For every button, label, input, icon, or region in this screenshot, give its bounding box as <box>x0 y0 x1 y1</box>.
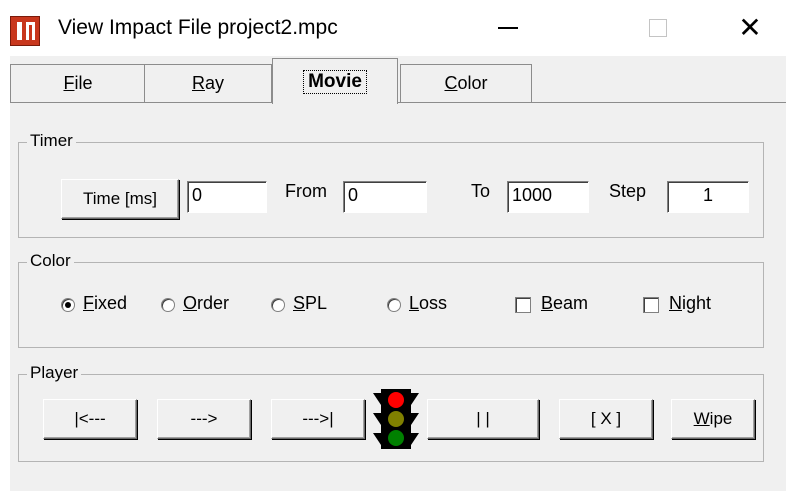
player-group-title: Player <box>27 363 82 383</box>
checkbox-night[interactable]: Night <box>643 293 743 317</box>
tab-movie-label: Movie <box>303 69 367 94</box>
step-label: Step <box>609 181 647 201</box>
checkbox-night-box[interactable] <box>643 297 659 313</box>
radio-loss-label: Loss <box>409 293 448 313</box>
color-group: Color Fixed Order SPL Loss Beam Night <box>18 251 764 348</box>
timer-group: Timer Time [ms] 0 From 0 To 1000 Step 1 <box>18 131 764 238</box>
window-title: View Impact File project2.mpc <box>58 16 338 39</box>
checkbox-beam[interactable]: Beam <box>515 293 615 317</box>
tab-color[interactable]: Color <box>400 64 532 102</box>
tab-bar: File Ray Movie Color <box>10 56 786 104</box>
tab-ray[interactable]: Ray <box>144 64 272 102</box>
app-icon[interactable] <box>10 16 40 46</box>
title-bar: View Impact File project2.mpc ✕ <box>0 0 786 56</box>
checkbox-night-label: Night <box>669 293 712 313</box>
traffic-light-amber <box>388 411 404 427</box>
time-input[interactable]: 0 <box>187 181 267 213</box>
to-input[interactable]: 1000 <box>507 181 589 213</box>
tab-file-label: File <box>63 73 93 93</box>
from-label: From <box>285 181 327 201</box>
checkbox-beam-box[interactable] <box>515 297 531 313</box>
close-button[interactable]: ✕ <box>716 0 784 56</box>
play-to-end-button[interactable]: --->| <box>271 399 365 439</box>
tab-color-label: Color <box>444 73 488 93</box>
timer-group-title: Timer <box>27 131 76 151</box>
client-area: File Ray Movie Color Timer Time [ms] 0 F… <box>0 56 786 491</box>
color-group-title: Color <box>27 251 74 271</box>
stop-button[interactable]: [ X ] <box>559 399 653 439</box>
radio-fixed[interactable]: Fixed <box>61 293 161 317</box>
to-label: To <box>471 181 491 201</box>
from-input[interactable]: 0 <box>343 181 427 213</box>
radio-fixed-indicator[interactable] <box>61 298 75 312</box>
radio-spl-label: SPL <box>293 293 328 313</box>
play-button[interactable]: ---> <box>157 399 251 439</box>
rewind-button[interactable]: |<--- <box>43 399 137 439</box>
radio-spl-indicator[interactable] <box>271 298 285 312</box>
radio-order-label: Order <box>183 293 230 313</box>
traffic-light-red <box>388 392 404 408</box>
wipe-button[interactable]: Wipe <box>671 399 755 439</box>
traffic-light-green <box>388 430 404 446</box>
checkbox-beam-label: Beam <box>541 293 589 313</box>
radio-order[interactable]: Order <box>161 293 261 317</box>
step-input[interactable]: 1 <box>667 181 749 213</box>
close-icon: ✕ <box>738 12 762 43</box>
traffic-light-icon <box>373 389 419 449</box>
radio-loss-indicator[interactable] <box>387 298 401 312</box>
radio-order-indicator[interactable] <box>161 298 175 312</box>
tab-file[interactable]: File <box>10 64 146 102</box>
tab-ray-label: Ray <box>191 73 224 93</box>
time-ms-button[interactable]: Time [ms] <box>61 179 179 219</box>
maximize-button[interactable] <box>624 0 692 56</box>
radio-loss[interactable]: Loss <box>387 293 477 317</box>
tab-movie[interactable]: Movie <box>272 58 398 104</box>
minimize-icon <box>498 27 518 29</box>
player-group: Player |<--- ---> --->| | | [ X ] Wipe <box>18 363 764 462</box>
minimize-button[interactable] <box>474 0 542 56</box>
radio-fixed-label: Fixed <box>83 293 128 313</box>
maximize-icon <box>649 19 667 37</box>
pause-button[interactable]: | | <box>427 399 539 439</box>
radio-spl[interactable]: SPL <box>271 293 361 317</box>
